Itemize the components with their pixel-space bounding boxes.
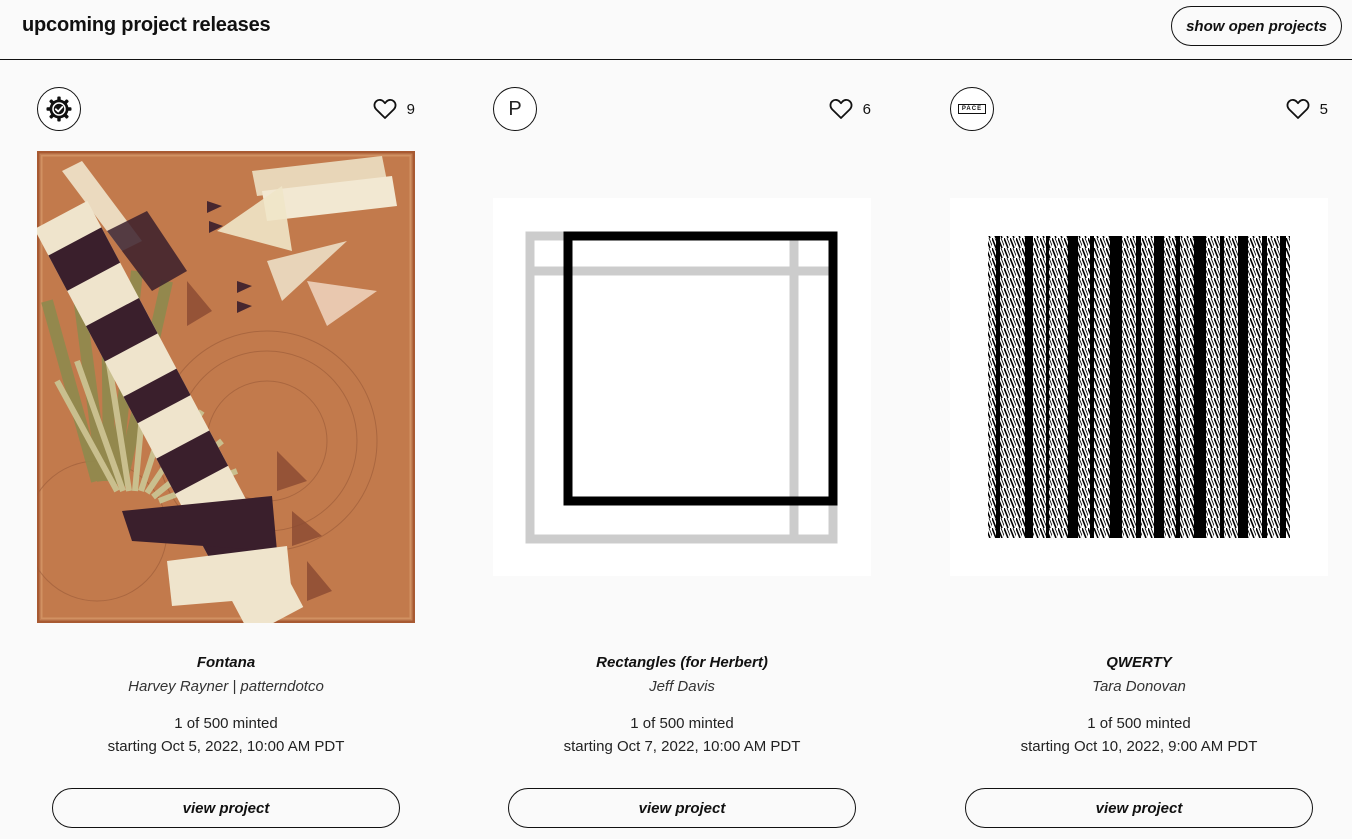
project-card-rectangles: P 6 Rectangles (for Herbert) Jeff Davis … (493, 61, 871, 839)
project-title: Rectangles (for Herbert) (596, 654, 768, 671)
artist-avatar[interactable]: P (493, 87, 537, 131)
minted-count: 1 of 500 minted (1087, 715, 1191, 732)
like-counter: 6 (829, 97, 871, 121)
project-artist: Jeff Davis (649, 678, 715, 695)
heart-icon[interactable] (829, 98, 853, 120)
project-card-qwerty: PACE 5 QWERTY Tara Donovan 1 of 500 mint… (950, 61, 1328, 839)
like-count: 6 (862, 100, 871, 118)
start-date: starting Oct 7, 2022, 10:00 AM PDT (563, 738, 801, 755)
minted-count: 1 of 500 minted (174, 715, 278, 732)
avatar-initial: P (508, 97, 522, 120)
view-project-button[interactable]: view project (965, 788, 1313, 828)
like-counter: 5 (1286, 97, 1328, 121)
page-title: upcoming project releases (22, 14, 271, 36)
project-artwork[interactable] (950, 198, 1328, 576)
view-project-button[interactable]: view project (508, 788, 856, 828)
verified-badge-icon (46, 96, 72, 122)
heart-icon[interactable] (373, 98, 397, 120)
heart-icon[interactable] (1286, 98, 1310, 120)
project-artwork[interactable] (493, 198, 871, 576)
start-date: starting Oct 5, 2022, 10:00 AM PDT (107, 738, 345, 755)
show-open-projects-button[interactable]: show open projects (1171, 6, 1342, 46)
like-counter: 9 (373, 97, 415, 121)
minted-count: 1 of 500 minted (630, 715, 734, 732)
project-title: Fontana (196, 654, 256, 671)
project-artist: Harvey Rayner | patterndotco (128, 678, 324, 695)
project-artwork[interactable] (37, 151, 415, 623)
artist-avatar[interactable] (37, 87, 81, 131)
view-project-button[interactable]: view project (52, 788, 400, 828)
like-count: 5 (1319, 100, 1328, 118)
project-artist: Tara Donovan (1092, 678, 1186, 695)
project-card-fontana: 9 Fontana Harvey Rayner | patterndotco 1… (37, 61, 415, 839)
like-count: 9 (406, 100, 415, 118)
artist-avatar[interactable]: PACE (950, 87, 994, 131)
project-title: QWERTY (1106, 654, 1172, 671)
header: upcoming project releases show open proj… (0, 0, 1352, 60)
start-date: starting Oct 10, 2022, 9:00 AM PDT (1020, 738, 1258, 755)
pace-logo: PACE (957, 104, 987, 114)
